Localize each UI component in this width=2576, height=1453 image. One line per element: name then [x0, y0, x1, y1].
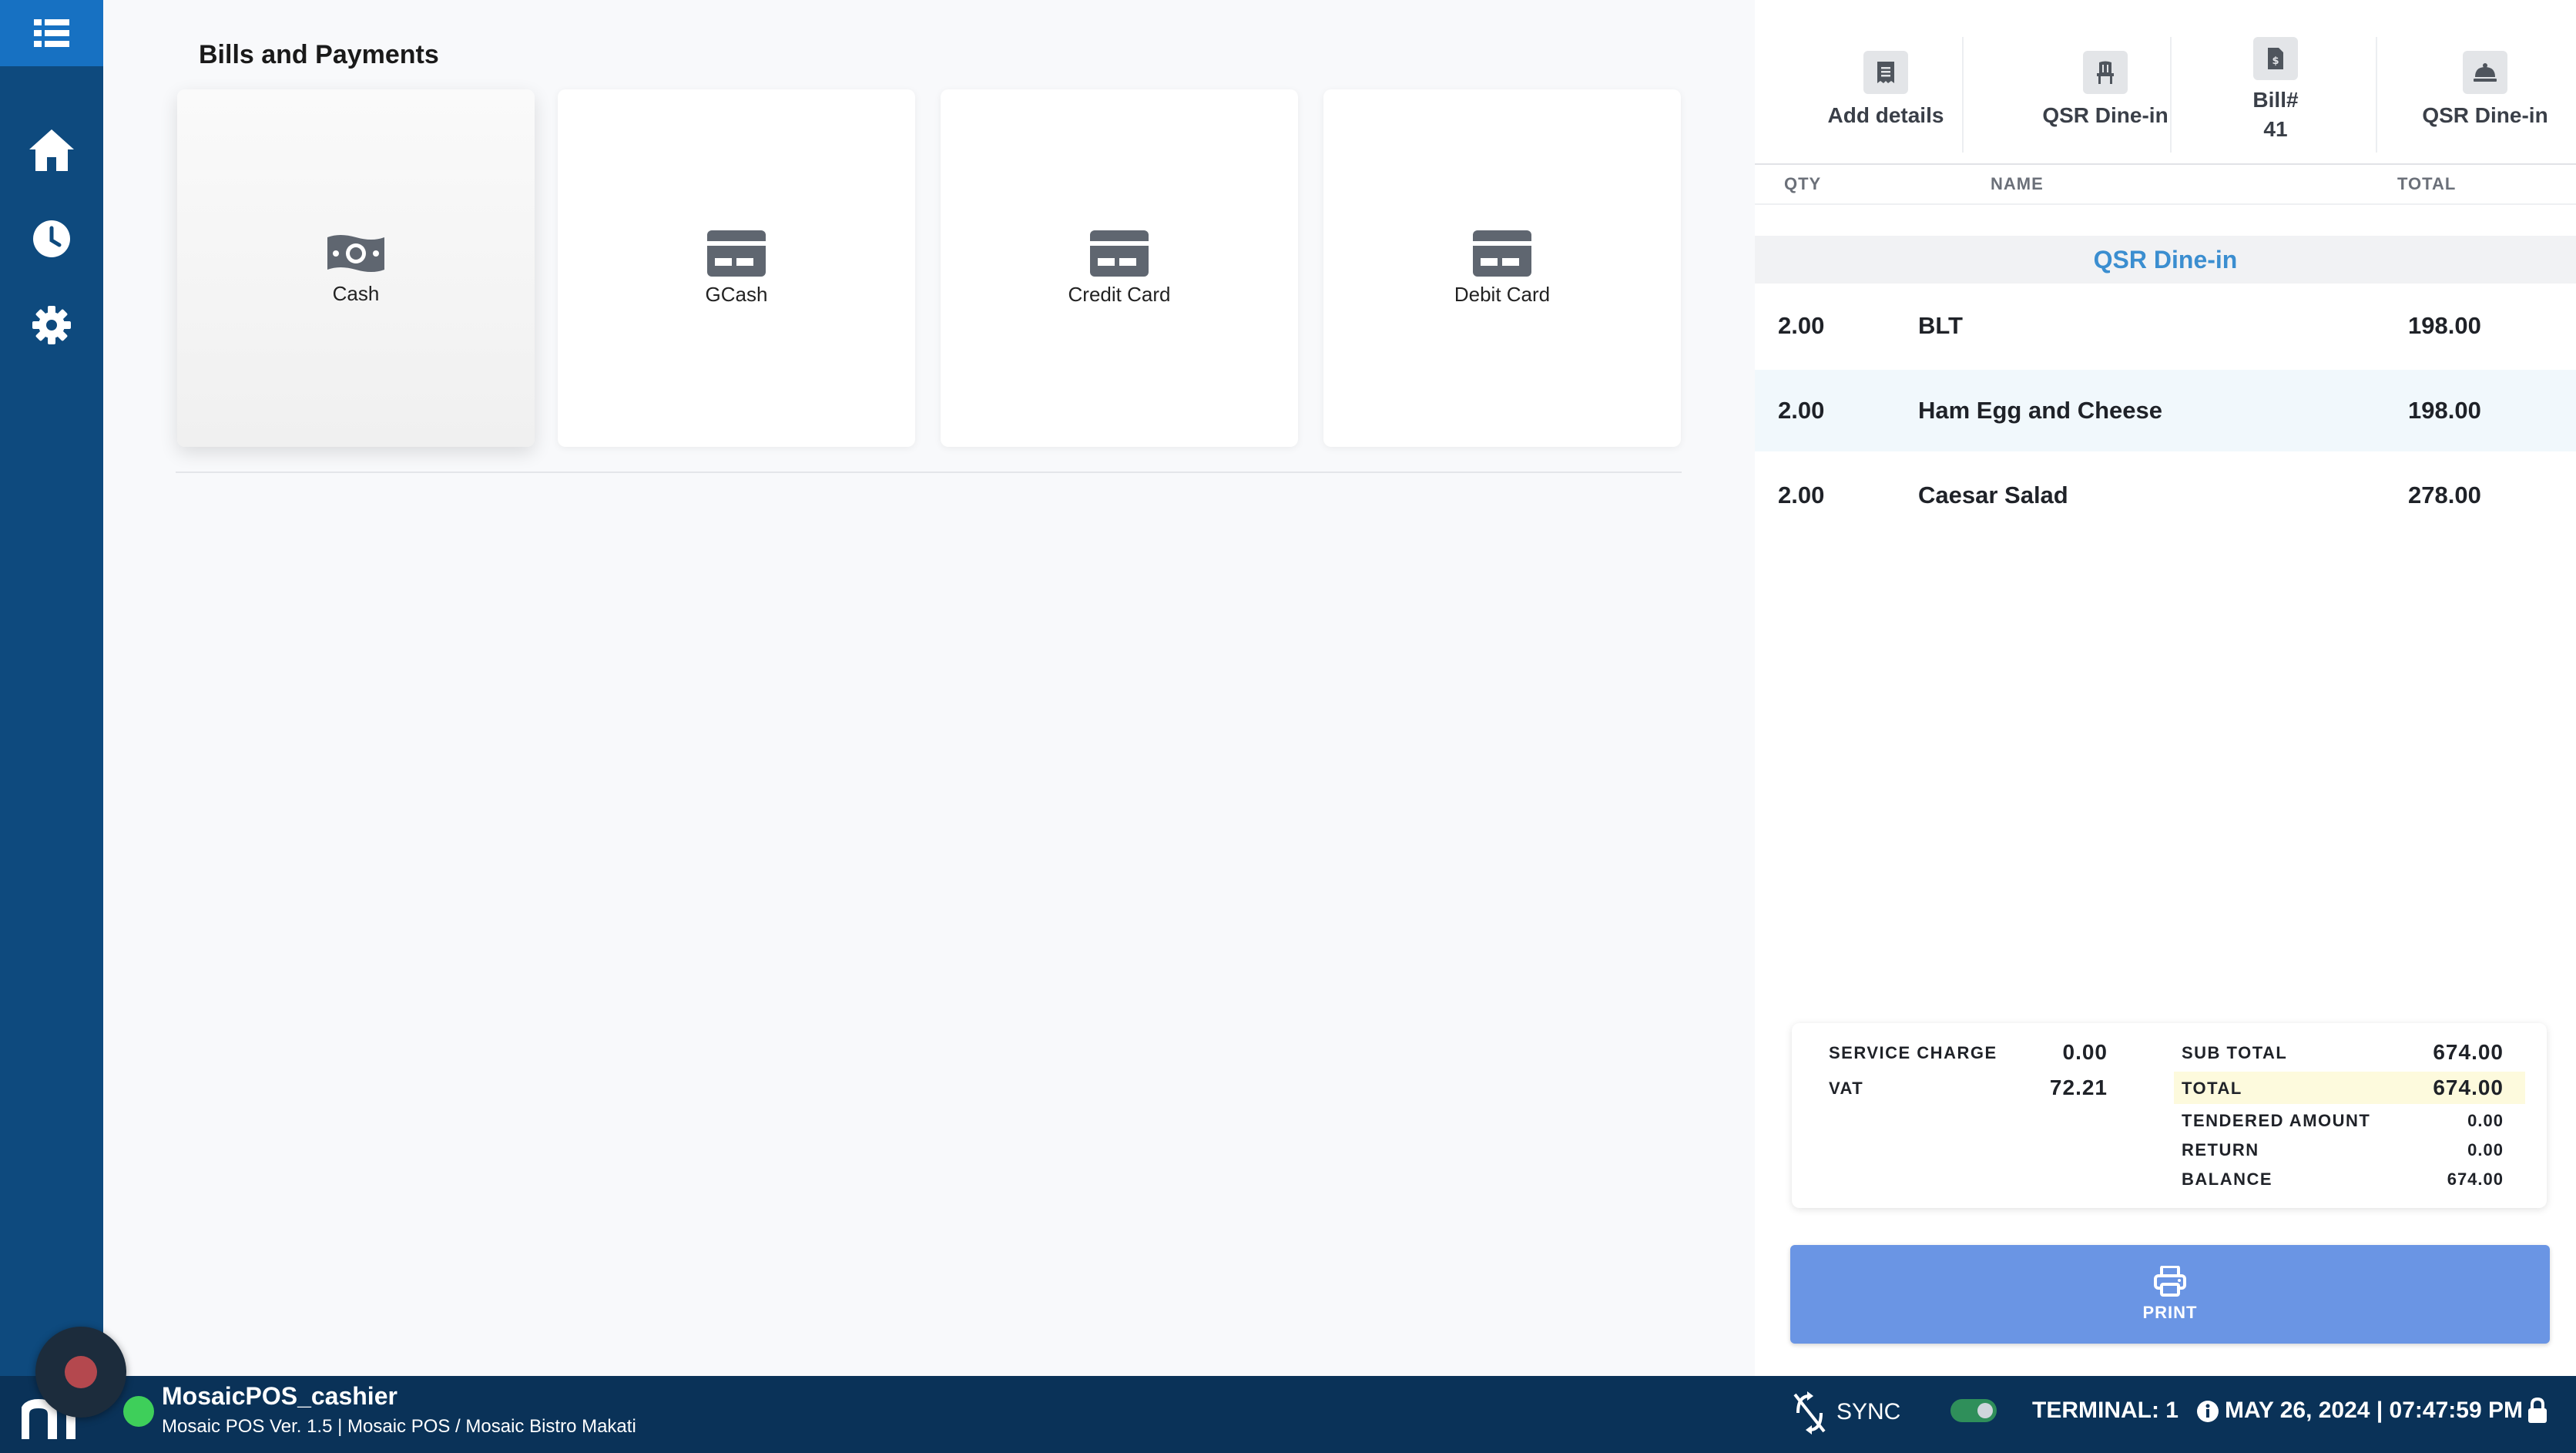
balance-label: BALANCE [2182, 1169, 2273, 1189]
add-details-button[interactable]: Add details [1801, 0, 1971, 154]
record-button[interactable] [35, 1327, 126, 1418]
vat-label: VAT [1829, 1079, 1864, 1098]
clock-icon [33, 220, 70, 257]
return-value: 0.00 [2467, 1140, 2504, 1159]
total-value: 674.00 [2433, 1075, 2504, 1099]
payment-gcash-label: GCash [705, 282, 768, 306]
item-qty: 2.00 [1778, 397, 1825, 424]
order-item-row[interactable]: 2.00 Ham Egg and Cheese 198.00 [1755, 370, 2576, 451]
item-total: 198.00 [2408, 397, 2481, 424]
card-icon [707, 230, 766, 277]
order-section-header: QSR Dine-in [1755, 236, 2576, 284]
table-header-divider [1755, 203, 2576, 205]
payment-credit-card-label: Credit Card [1068, 282, 1171, 306]
service-charge-value: 0.00 [2062, 1040, 2108, 1064]
money-icon [327, 234, 384, 272]
print-button[interactable]: PRINT [1790, 1245, 2550, 1344]
settings-button[interactable] [0, 305, 103, 345]
action-separator [2170, 37, 2172, 153]
return-label: RETURN [2182, 1140, 2259, 1159]
subtotal-label: SUB TOTAL [2182, 1043, 2288, 1062]
info-icon [2197, 1401, 2219, 1422]
tendered-amount-label: TENDERED AMOUNT [2182, 1111, 2371, 1130]
lock-icon[interactable] [2527, 1398, 2548, 1424]
item-total: 278.00 [2408, 482, 2481, 508]
terminal-label: TERMINAL: 1 [2032, 1398, 2179, 1423]
column-header-name: NAME [1991, 174, 2044, 193]
action-separator [1962, 37, 1964, 153]
balance-value: 674.00 [2447, 1169, 2504, 1189]
service-charge-label: SERVICE CHARGE [1829, 1043, 1997, 1062]
version-info: Mosaic POS Ver. 1.5 | Mosaic POS / Mosai… [162, 1416, 636, 1437]
payment-debit-card[interactable]: Debit Card [1323, 89, 1681, 447]
payment-cash-label: Cash [332, 281, 380, 305]
dine-in-table-label: QSR Dine-in [2042, 103, 2168, 127]
item-name: Caesar Salad [1918, 482, 2068, 508]
dine-in-table-button[interactable]: QSR Dine-in [2001, 0, 2209, 154]
total-label: TOTAL [2182, 1079, 2242, 1098]
add-details-label: Add details [1827, 103, 1944, 127]
card-icon [1090, 230, 1149, 277]
home-icon [29, 129, 74, 171]
bill-number-button[interactable]: $ Bill# 41 [2202, 0, 2350, 154]
order-type-label: QSR Dine-in [2422, 103, 2548, 127]
history-button[interactable] [0, 219, 103, 259]
subtotal-value: 674.00 [2433, 1040, 2504, 1064]
bill-icon: $ [2253, 37, 2298, 80]
item-qty: 2.00 [1778, 312, 1825, 339]
gear-icon [32, 306, 71, 344]
menu-grid-button[interactable] [0, 0, 103, 66]
printer-icon [2154, 1266, 2186, 1297]
payment-cash-card[interactable]: Cash [177, 89, 535, 447]
sync-toggle[interactable] [1950, 1399, 1997, 1422]
record-icon [65, 1356, 97, 1388]
item-qty: 2.00 [1778, 482, 1825, 508]
home-button[interactable] [0, 126, 103, 173]
bill-number-value: 41 [2263, 117, 2288, 141]
item-name: Ham Egg and Cheese [1918, 397, 2162, 424]
svg-text:$: $ [2272, 55, 2279, 67]
toggle-knob [1977, 1403, 1993, 1418]
payment-summary: SERVICE CHARGE 0.00 VAT 72.21 SUB TOTAL … [1792, 1023, 2547, 1208]
item-name: BLT [1918, 312, 1963, 339]
username: MosaicPOS_cashier [162, 1382, 397, 1410]
section-divider [176, 471, 1682, 473]
print-label: PRINT [2142, 1303, 2198, 1322]
action-separator [2376, 37, 2377, 153]
order-panel: Add details QSR Dine-in $ Bill# 41 QSR D… [1755, 0, 2576, 1376]
order-item-row[interactable]: 2.00 BLT 198.00 [1755, 285, 2576, 367]
sync-label: SYNC [1836, 1399, 1901, 1424]
datetime: MAY 26, 2024 | 07:47:59 PM [2225, 1398, 2523, 1423]
page-title: Bills and Payments [199, 40, 439, 69]
bill-number-label: Bill# [2252, 88, 2299, 112]
order-type-button[interactable]: QSR Dine-in [2394, 0, 2576, 154]
payment-gcash-card[interactable]: GCash [558, 89, 915, 447]
column-header-qty: QTY [1784, 174, 1822, 193]
list-grid-icon [34, 19, 69, 47]
header-divider [1755, 163, 2576, 165]
payment-credit-card[interactable]: Credit Card [941, 89, 1298, 447]
card-icon [1473, 230, 1531, 277]
left-sidebar [0, 0, 103, 1376]
status-bar: MosaicPOS_cashier Mosaic POS Ver. 1.5 | … [0, 1376, 2576, 1453]
column-header-total: TOTAL [2397, 174, 2457, 193]
item-total: 198.00 [2408, 312, 2481, 339]
cloche-icon [2463, 51, 2507, 94]
vat-value: 72.21 [2049, 1075, 2108, 1099]
receipt-icon [1863, 51, 1908, 94]
online-status-indicator [123, 1396, 154, 1427]
order-item-row[interactable]: 2.00 Caesar Salad 278.00 [1755, 455, 2576, 536]
sync-icon[interactable] [1792, 1391, 1827, 1435]
tendered-amount-value: 0.00 [2467, 1111, 2504, 1130]
payment-debit-card-label: Debit Card [1454, 282, 1551, 306]
chair-icon [2083, 51, 2128, 94]
